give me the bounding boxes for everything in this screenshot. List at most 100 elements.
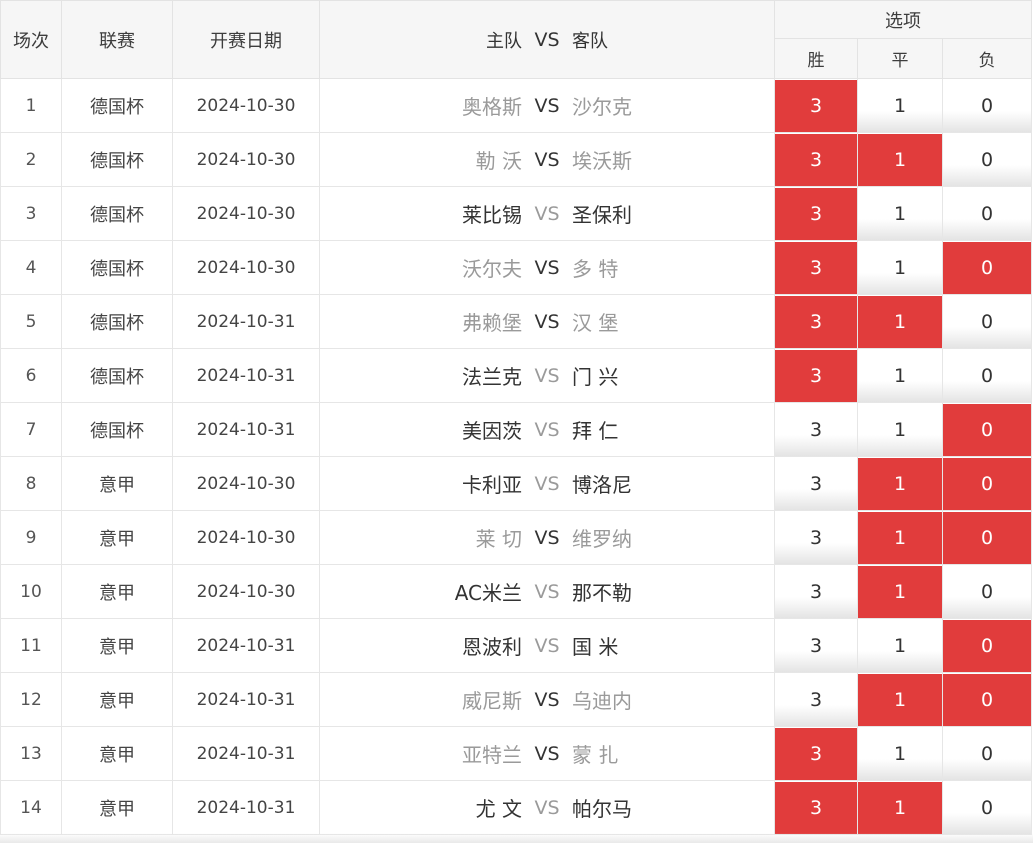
away-team: 门 兴 [572,365,619,389]
match-date: 2024-10-30 [173,511,320,565]
match-league: 德国杯 [62,295,173,349]
match-league: 意甲 [62,511,173,565]
option-draw-button[interactable]: 1 [858,781,942,834]
match-number: 4 [0,241,62,295]
header-date: 开赛日期 [173,0,320,79]
option-loss-button[interactable]: 0 [943,511,1032,564]
match-teams: 莱比锡 VS 圣保利 [320,187,775,241]
option-win-button[interactable]: 3 [775,565,857,618]
option-loss-button[interactable]: 0 [943,187,1032,240]
option-loss-button[interactable]: 0 [943,673,1032,726]
header-win: 胜 [775,39,858,79]
match-date: 2024-10-30 [173,187,320,241]
match-teams: 美因茨 VS 拜 仁 [320,403,775,457]
match-league: 意甲 [62,565,173,619]
vs-label: VS [534,418,560,441]
match-teams: 奥格斯 VS 沙尔克 [320,79,775,133]
match-number: 5 [0,295,62,349]
vs-label: VS [534,148,560,171]
home-team: 尤 文 [475,797,522,821]
match-league: 德国杯 [62,241,173,295]
vs-label: VS [534,202,560,225]
option-draw-button[interactable]: 1 [858,187,942,240]
option-draw-button[interactable]: 1 [858,295,942,348]
table-row: 5 德国杯 2024-10-31 弗赖堡 VS 汉 堡 310 [0,295,1033,349]
home-team: 美因茨 [462,419,522,443]
option-win-button[interactable]: 3 [775,349,857,402]
table-row: 10 意甲 2024-10-30 AC米兰 VS 那不勒 3 1 0 [0,565,1033,619]
match-number: 6 [0,349,62,403]
match-teams: 勒 沃 VS 埃沃斯 [320,133,775,187]
option-loss-button[interactable]: 0 [943,781,1032,834]
away-team: 帕尔马 [572,797,632,821]
match-league: 意甲 [62,457,173,511]
option-draw-button[interactable]: 1 [858,673,942,726]
vs-label: VS [534,364,560,387]
option-win-button[interactable]: 3 [775,781,857,834]
home-team: 法兰克 [462,365,522,389]
match-number: 13 [0,727,62,781]
option-win-button[interactable]: 3 [775,133,857,186]
option-win-button[interactable]: 3 [775,403,857,456]
home-team: 亚特兰 [462,743,522,767]
home-team: 威尼斯 [462,689,522,713]
match-date: 2024-10-31 [173,295,320,349]
away-team: 博洛尼 [572,473,632,497]
option-draw-button[interactable]: 1 [858,457,942,510]
match-date: 2024-10-30 [173,241,320,295]
option-win-button[interactable]: 3 [775,457,857,510]
option-win-button[interactable]: 3 [775,511,857,564]
header-loss: 负 [943,39,1033,79]
option-draw-button[interactable]: 1 [858,403,942,456]
vs-label: VS [534,256,560,279]
option-draw-button[interactable]: 1 [858,241,942,294]
option-loss-button[interactable]: 0 [943,133,1032,186]
header-row: 场次 联赛 开赛日期 主队 VS 客队 选项 [0,0,1033,79]
option-win-button[interactable]: 3 [775,187,857,240]
match-selection-table: 场次 联赛 开赛日期 主队 VS 客队 选项 胜 平 负 1 德国杯 2024-10… [0,0,1033,835]
option-win-button[interactable]: 3 [775,295,857,348]
option-loss-button[interactable]: 0 [943,403,1032,456]
option-draw-button[interactable]: 1 [858,133,942,186]
option-loss-button[interactable]: 0 [943,349,1032,402]
match-date: 2024-10-31 [173,781,320,835]
match-date: 2024-10-30 [173,565,320,619]
option-win-button[interactable]: 3 [775,673,857,726]
option-win-button[interactable]: 3 [775,241,857,294]
away-team: 埃沃斯 [572,149,632,173]
option-win-button[interactable]: 3 [775,727,857,780]
match-league: 德国杯 [62,133,173,187]
header-home: 主队 [486,30,522,52]
match-date: 2024-10-31 [173,673,320,727]
table-row: 7 德国杯 2024-10-31 美因茨 VS 拜 仁 310 [0,403,1033,457]
option-draw-button[interactable]: 1 [858,79,942,132]
option-win-button[interactable]: 3 [775,79,857,132]
match-number: 1 [0,79,62,133]
option-draw-button[interactable]: 1 [858,727,942,780]
option-draw-button[interactable]: 1 [858,619,942,672]
away-team: 沙尔克 [572,95,632,119]
option-loss-button[interactable]: 0 [943,457,1032,510]
vs-label: VS [534,742,560,765]
option-draw-button[interactable]: 1 [858,349,942,402]
option-win-button[interactable]: 3 [775,619,857,672]
match-league: 意甲 [62,673,173,727]
option-loss-button[interactable]: 0 [943,79,1032,132]
option-loss-button[interactable]: 0 [943,565,1032,618]
away-team: 多 特 [572,257,619,281]
table-row: 13 意甲 2024-10-31 亚特兰 VS 蒙 扎 310 [0,727,1033,781]
match-date: 2024-10-30 [173,457,320,511]
match-number: 10 [0,565,62,619]
option-draw-button[interactable]: 1 [858,511,942,564]
option-loss-button[interactable]: 0 [943,727,1032,780]
option-loss-button[interactable]: 0 [943,295,1032,348]
header-match: 主队 VS 客队 [320,0,775,79]
vs-label: VS [534,526,560,549]
option-loss-button[interactable]: 0 [943,241,1032,294]
option-loss-button[interactable]: 0 [943,619,1032,672]
table-row: 2 德国杯 2024-10-30 勒 沃 VS 埃沃斯 3 1 0 [0,133,1033,187]
away-team: 蒙 扎 [572,743,619,767]
option-draw-button[interactable]: 1 [858,565,942,618]
home-team: 卡利亚 [462,473,522,497]
table-row: 1 德国杯 2024-10-30 奥格斯 VS 沙尔克 3 1 0 [0,79,1033,133]
